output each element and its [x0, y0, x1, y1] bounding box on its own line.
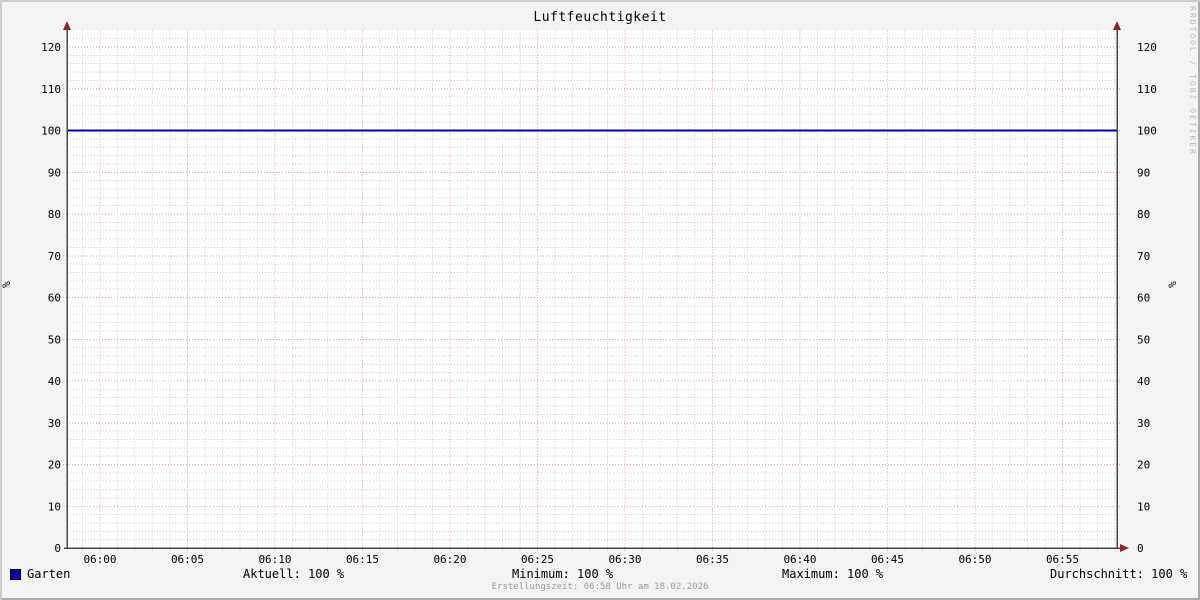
svg-text:70: 70	[1137, 250, 1150, 263]
svg-text:06:35: 06:35	[696, 553, 729, 566]
svg-text:06:40: 06:40	[783, 553, 816, 566]
svg-text:10: 10	[48, 500, 61, 513]
y-tick-labels-left: 0 10 20 30 40 50 60 70 80 90 100 110 120	[41, 41, 61, 555]
stat-minimum: Minimum: 100 %	[512, 567, 613, 581]
rrdtool-graph: { "title": "Luftfeuchtigkeit", "watermar…	[0, 0, 1200, 600]
x-tick-labels: 06:00 06:05 06:10 06:15 06:20 06:25 06:30 06:35…	[83, 553, 1079, 566]
svg-text:50: 50	[1137, 333, 1150, 346]
svg-text:06:50: 06:50	[958, 553, 991, 566]
svg-text:06:25: 06:25	[521, 553, 554, 566]
svg-text:90: 90	[1137, 166, 1150, 179]
svg-text:40: 40	[48, 375, 61, 388]
svg-text:30: 30	[1137, 417, 1150, 430]
svg-text:90: 90	[48, 166, 61, 179]
svg-text:06:20: 06:20	[433, 553, 466, 566]
svg-text:20: 20	[1137, 459, 1150, 472]
svg-text:110: 110	[41, 83, 61, 96]
svg-text:70: 70	[48, 250, 61, 263]
svg-text:80: 80	[48, 208, 61, 221]
y-tick-labels-right: 0 10 20 30 40 50 60 70 80 90 100 110 120	[1137, 41, 1157, 555]
svg-text:50: 50	[48, 333, 61, 346]
creation-timestamp: Erstellungszeit: 06:58 Uhr am 18.02.2026	[0, 582, 1200, 592]
series-label: Garten	[27, 567, 70, 581]
svg-text:06:00: 06:00	[83, 553, 116, 566]
svg-text:06:45: 06:45	[871, 553, 904, 566]
svg-text:120: 120	[41, 41, 61, 54]
svg-text:10: 10	[1137, 500, 1150, 513]
svg-text:40: 40	[1137, 375, 1150, 388]
svg-text:60: 60	[48, 292, 61, 305]
svg-text:06:55: 06:55	[1046, 553, 1079, 566]
svg-text:20: 20	[48, 459, 61, 472]
stat-maximum: Maximum: 100 %	[782, 567, 883, 581]
svg-text:80: 80	[1137, 208, 1150, 221]
svg-text:0: 0	[1137, 542, 1144, 555]
svg-text:06:10: 06:10	[258, 553, 291, 566]
svg-text:60: 60	[1137, 292, 1150, 305]
svg-text:0: 0	[54, 542, 61, 555]
svg-text:100: 100	[41, 125, 61, 138]
svg-text:06:15: 06:15	[346, 553, 379, 566]
svg-text:06:30: 06:30	[608, 553, 641, 566]
stat-aktuell: Aktuell: 100 %	[243, 567, 344, 581]
svg-text:30: 30	[48, 417, 61, 430]
svg-text:06:05: 06:05	[171, 553, 204, 566]
series-color-swatch	[10, 569, 21, 580]
svg-text:100: 100	[1137, 125, 1157, 138]
svg-text:120: 120	[1137, 41, 1157, 54]
chart-canvas: 0 10 20 30 40 50 60 70 80 90 100 110 120 0 10 20 30 40 50 6…	[0, 0, 1200, 600]
svg-text:110: 110	[1137, 83, 1157, 96]
stat-durchschnitt: Durchschnitt: 100 %	[1050, 567, 1187, 581]
